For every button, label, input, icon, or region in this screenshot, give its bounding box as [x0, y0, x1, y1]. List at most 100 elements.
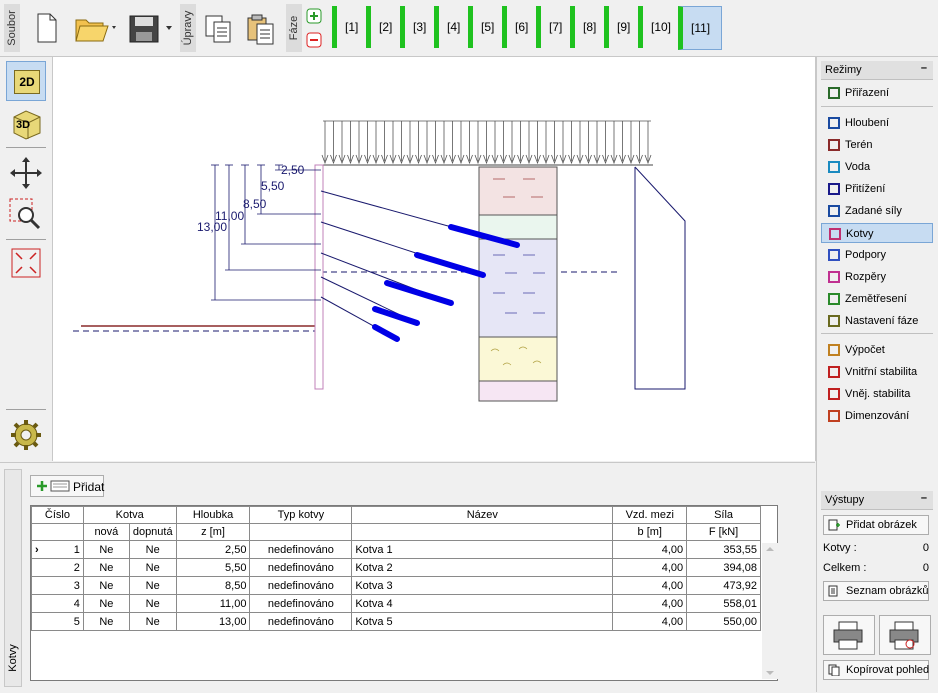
drawing-canvas[interactable]: 2,50 5,50 8,50 11,00 13,00: [53, 57, 816, 461]
cell-nazev[interactable]: Kotva 4: [351, 594, 614, 613]
move-icon[interactable]: [6, 153, 46, 193]
cell-num[interactable]: 5: [31, 612, 84, 631]
settings-gear-icon[interactable]: [6, 415, 46, 455]
mode-struts[interactable]: Rozpěry: [821, 267, 933, 287]
header-type[interactable]: Typ kotvy: [249, 506, 353, 524]
stage-menu-label[interactable]: Fáze: [286, 4, 302, 52]
cell-dopnuta[interactable]: Ne: [128, 558, 177, 577]
open-folder-icon[interactable]: [72, 6, 120, 48]
cell-z[interactable]: 8,50: [175, 576, 251, 595]
anchor-grout-body[interactable]: [384, 280, 454, 306]
view-2d-button[interactable]: 2D: [6, 61, 46, 101]
stage-tab[interactable]: [11]: [678, 6, 722, 50]
collapse-icon[interactable]: –: [921, 492, 927, 504]
mode-surcharge[interactable]: Přitížení: [821, 179, 933, 199]
view-3d-button[interactable]: 3D: [6, 103, 46, 143]
print-button[interactable]: [823, 615, 875, 655]
cell-num[interactable]: 2: [31, 558, 84, 577]
cell-F[interactable]: 473,92: [686, 576, 761, 595]
file-menu-label[interactable]: Soubor: [4, 4, 20, 52]
header-depth[interactable]: Hloubka: [175, 506, 251, 524]
cell-typ[interactable]: nedefinováno: [249, 540, 353, 559]
cell-nova[interactable]: Ne: [82, 612, 130, 631]
stage-tab[interactable]: [4]: [434, 6, 469, 48]
copy-stage-icon[interactable]: [202, 6, 236, 48]
add-stage-icon[interactable]: [306, 8, 322, 24]
cell-z[interactable]: 5,50: [175, 558, 251, 577]
cell-z[interactable]: 13,00: [175, 612, 251, 631]
cell-nazev[interactable]: Kotva 3: [351, 576, 614, 595]
zoom-icon[interactable]: [6, 195, 46, 235]
mode-applied-forces[interactable]: Zadané síly: [821, 201, 933, 221]
cell-nazev[interactable]: Kotva 2: [351, 558, 614, 577]
mode-earthquake[interactable]: Zemětřesení: [821, 289, 933, 309]
cell-num[interactable]: 4: [31, 594, 84, 613]
mode-excavation[interactable]: Hloubení: [821, 113, 933, 133]
table-scrollbar[interactable]: [762, 543, 778, 679]
cell-nova[interactable]: Ne: [82, 576, 130, 595]
stage-tab[interactable]: [10]: [638, 6, 673, 48]
cell-typ[interactable]: nedefinováno: [249, 558, 353, 577]
mode-external-stability[interactable]: Vněj. stabilita: [821, 384, 933, 404]
cell-z[interactable]: 2,50: [175, 540, 251, 559]
table-row[interactable]: 4 Ne Ne 11,00 nedefinováno Kotva 4 4,00 558,01: [31, 594, 777, 613]
cell-b[interactable]: 4,00: [612, 540, 688, 559]
cell-nova[interactable]: Ne: [82, 558, 130, 577]
header-name[interactable]: Název: [351, 506, 614, 524]
cell-b[interactable]: 4,00: [612, 576, 688, 595]
anchor-grout-body[interactable]: [372, 306, 420, 326]
header-force[interactable]: Síla: [686, 506, 761, 524]
copy-view-button[interactable]: Kopírovat pohled: [823, 660, 929, 680]
mode-assign[interactable]: Přiřazení: [821, 83, 933, 103]
table-row[interactable]: 5 Ne Ne 13,00 nedefinováno Kotva 5 4,00 550,00: [31, 612, 777, 631]
header-number[interactable]: Číslo: [31, 506, 84, 524]
header-new[interactable]: nová: [82, 523, 130, 541]
cell-dopnuta[interactable]: Ne: [128, 540, 177, 559]
cell-F[interactable]: 550,00: [686, 612, 761, 631]
print-preview-button[interactable]: [879, 615, 931, 655]
cell-typ[interactable]: nedefinováno: [249, 594, 353, 613]
stage-tab[interactable]: [9]: [604, 6, 639, 48]
cell-dopnuta[interactable]: Ne: [128, 576, 177, 595]
table-row[interactable]: › 1 Ne Ne 2,50 nedefinováno Kotva 1 4,00 353,55: [31, 540, 777, 559]
table-row[interactable]: 3 Ne Ne 8,50 nedefinováno Kotva 3 4,00 473,92: [31, 576, 777, 595]
cell-dopnuta[interactable]: Ne: [128, 594, 177, 613]
cell-b[interactable]: 4,00: [612, 612, 688, 631]
cell-F[interactable]: 353,55: [686, 540, 761, 559]
stage-tab[interactable]: [6]: [502, 6, 537, 48]
add-anchor-button[interactable]: Přidat: [30, 475, 104, 497]
new-file-icon[interactable]: [30, 6, 64, 48]
collapse-icon[interactable]: –: [921, 62, 927, 74]
header-spacing[interactable]: Vzd. mezi: [612, 506, 688, 524]
mode-terrain[interactable]: Terén: [821, 135, 933, 155]
cell-nova[interactable]: Ne: [82, 594, 130, 613]
remove-stage-icon[interactable]: [306, 32, 322, 48]
cell-typ[interactable]: nedefinováno: [249, 576, 353, 595]
cell-nazev[interactable]: Kotva 5: [351, 612, 614, 631]
stage-tab[interactable]: [1]: [332, 6, 367, 48]
mode-water[interactable]: Voda: [821, 157, 933, 177]
mode-design[interactable]: Dimenzování: [821, 406, 933, 426]
mode-stage-settings[interactable]: Nastavení fáze: [821, 311, 933, 331]
cell-dopnuta[interactable]: Ne: [128, 612, 177, 631]
header-prestressed[interactable]: dopnutá: [128, 523, 177, 541]
stage-tab[interactable]: [7]: [536, 6, 571, 48]
cell-num[interactable]: › 1: [31, 540, 84, 559]
stage-tab[interactable]: [8]: [570, 6, 605, 48]
anchor-grout-body[interactable]: [372, 324, 400, 342]
stage-tab[interactable]: [3]: [400, 6, 435, 48]
fit-view-icon[interactable]: [6, 243, 46, 283]
mode-supports[interactable]: Podpory: [821, 245, 933, 265]
mode-internal-stability[interactable]: Vnitřní stabilita: [821, 362, 933, 382]
edit-menu-label[interactable]: Úpravy: [180, 4, 196, 52]
cell-z[interactable]: 11,00: [175, 594, 251, 613]
cell-num[interactable]: 3: [31, 576, 84, 595]
anchors-side-tab[interactable]: Kotvy: [4, 469, 22, 687]
cell-b[interactable]: 4,00: [612, 594, 688, 613]
save-icon[interactable]: [126, 6, 176, 48]
cell-b[interactable]: 4,00: [612, 558, 688, 577]
stage-tab[interactable]: [5]: [468, 6, 503, 48]
add-picture-button[interactable]: Přidat obrázek: [823, 515, 929, 535]
paste-stage-icon[interactable]: [244, 6, 278, 48]
mode-anchors[interactable]: Kotvy: [821, 223, 933, 243]
